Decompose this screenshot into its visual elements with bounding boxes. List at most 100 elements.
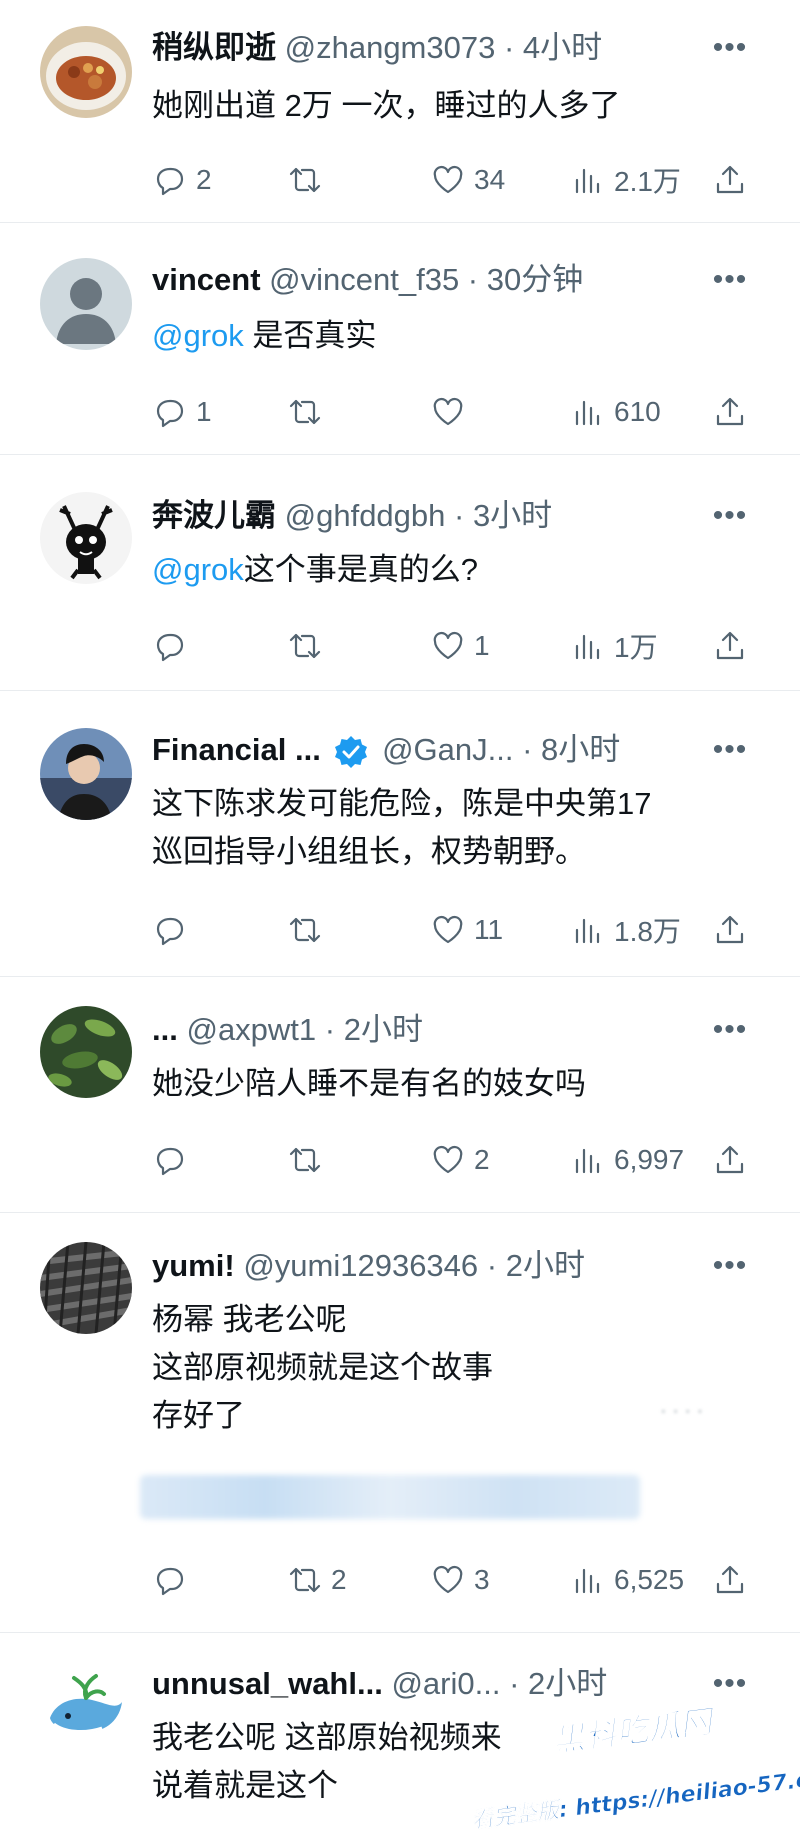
reply-post[interactable]: Financial ... @GanJ... · 8小时 ••• 这下陈求发可能… bbox=[0, 690, 800, 977]
handle-time[interactable]: @zhangm3073 · 4小时 bbox=[285, 30, 603, 65]
reply-icon bbox=[156, 1147, 184, 1176]
reply-count: 2 bbox=[196, 164, 212, 195]
mention-link[interactable]: @grok bbox=[152, 318, 244, 353]
post-text: @grok 是否真实 bbox=[152, 312, 740, 360]
share-button[interactable] bbox=[712, 1558, 748, 1602]
share-button[interactable] bbox=[712, 390, 748, 434]
retweet-icon bbox=[289, 399, 321, 425]
retweet-button[interactable] bbox=[287, 1138, 331, 1182]
action-bar: 2 34 2.1万 bbox=[152, 158, 752, 202]
reply-post[interactable]: 稍纵即逝 @zhangm3073 · 4小时 ••• 她刚出道 2万 一次，睡过… bbox=[0, 0, 800, 223]
like-button[interactable]: 1 bbox=[430, 624, 490, 668]
like-button[interactable]: 3 bbox=[430, 1558, 490, 1602]
views-button[interactable]: 6,525 bbox=[570, 1558, 684, 1602]
display-name[interactable]: ... bbox=[152, 1012, 178, 1047]
reply-button[interactable]: 1 bbox=[152, 390, 212, 434]
mention-link[interactable]: @grok bbox=[152, 552, 244, 587]
display-name[interactable]: Financial ... bbox=[152, 732, 321, 767]
reply-button[interactable] bbox=[152, 624, 196, 668]
reply-button[interactable]: 2 bbox=[152, 158, 212, 202]
retweet-button[interactable] bbox=[287, 624, 331, 668]
views-button[interactable]: 2.1万 bbox=[570, 158, 681, 202]
share-icon bbox=[716, 397, 744, 426]
share-icon bbox=[716, 165, 744, 194]
more-options-icon[interactable]: ••• bbox=[710, 496, 750, 536]
post-header: ... @axpwt1 · 2小时 bbox=[152, 1010, 690, 1050]
post-header: 稍纵即逝 @zhangm3073 · 4小时 bbox=[152, 28, 690, 68]
retweet-button[interactable] bbox=[287, 158, 331, 202]
share-button[interactable] bbox=[712, 624, 748, 668]
more-options-icon[interactable]: ••• bbox=[710, 730, 750, 770]
avatar[interactable] bbox=[40, 1242, 132, 1334]
share-button[interactable] bbox=[712, 1138, 748, 1182]
avatar[interactable] bbox=[40, 1006, 132, 1098]
display-name[interactable]: 奔波儿霸 bbox=[152, 498, 276, 533]
handle-time[interactable]: @vincent_f35 · 30分钟 bbox=[269, 262, 583, 297]
post-header: 奔波儿霸 @ghfddgbh · 3小时 bbox=[152, 496, 690, 536]
reply-button[interactable] bbox=[152, 1138, 196, 1182]
views-button[interactable]: 1万 bbox=[570, 624, 658, 668]
views-icon bbox=[575, 634, 600, 660]
more-options-icon[interactable]: ••• bbox=[710, 260, 750, 300]
like-button[interactable]: 2 bbox=[430, 1138, 490, 1182]
view-count: 6,525 bbox=[614, 1564, 685, 1595]
reply-post[interactable]: ... @axpwt1 · 2小时 ••• 她没少陪人睡不是有名的妓女吗 2 6… bbox=[0, 976, 800, 1213]
handle-time[interactable]: @ghfddgbh · 3小时 bbox=[285, 498, 553, 533]
display-name[interactable]: unnusal_wahl... bbox=[152, 1666, 383, 1701]
avatar[interactable] bbox=[40, 258, 132, 350]
retweet-icon bbox=[289, 917, 321, 943]
like-button[interactable]: 34 bbox=[430, 158, 505, 202]
reply-post[interactable]: vincent @vincent_f35 · 30分钟 ••• @grok 是否… bbox=[0, 222, 800, 455]
retweet-button[interactable] bbox=[287, 390, 331, 434]
like-button[interactable]: 11 bbox=[430, 908, 503, 952]
post-header: yumi! @yumi12936346 · 2小时 bbox=[152, 1246, 690, 1286]
reply-button[interactable] bbox=[152, 908, 196, 952]
retweet-button[interactable] bbox=[287, 908, 331, 952]
views-button[interactable]: 6,997 bbox=[570, 1138, 684, 1182]
more-options-icon[interactable]: ••• bbox=[710, 28, 750, 68]
handle-time[interactable]: @axpwt1 · 2小时 bbox=[186, 1012, 422, 1047]
blurred-link-preview bbox=[140, 1475, 640, 1519]
heart-icon bbox=[433, 915, 463, 944]
share-button[interactable] bbox=[712, 158, 748, 202]
reply-count: 1 bbox=[196, 396, 212, 427]
views-icon bbox=[575, 918, 600, 944]
handle-time[interactable]: @ari0... · 2小时 bbox=[391, 1666, 607, 1701]
handle-time[interactable]: @GanJ... · 8小时 bbox=[382, 732, 620, 767]
action-bar: 2 3 6,525 bbox=[152, 1558, 752, 1602]
display-name[interactable]: 稍纵即逝 bbox=[152, 30, 276, 65]
reply-post[interactable]: 奔波儿霸 @ghfddgbh · 3小时 ••• @grok这个事是真的么? 1… bbox=[0, 454, 800, 691]
share-button[interactable] bbox=[712, 908, 748, 952]
action-bar: 1 1万 bbox=[152, 624, 752, 668]
reply-button[interactable] bbox=[152, 1558, 196, 1602]
post-text-body: 这个事是真的么? bbox=[243, 552, 479, 587]
views-icon bbox=[575, 1568, 600, 1594]
avatar[interactable] bbox=[40, 728, 132, 820]
avatar[interactable] bbox=[40, 492, 132, 584]
more-options-icon[interactable]: ••• bbox=[710, 1664, 750, 1704]
blurred-caption: · · · · bbox=[660, 1400, 704, 1422]
views-button[interactable]: 610 bbox=[570, 390, 661, 434]
display-name[interactable]: yumi! bbox=[152, 1248, 235, 1283]
avatar[interactable] bbox=[40, 26, 132, 118]
more-options-icon[interactable]: ••• bbox=[710, 1246, 750, 1286]
share-icon bbox=[716, 631, 744, 660]
view-count: 610 bbox=[614, 396, 661, 427]
handle-time[interactable]: @yumi12936346 · 2小时 bbox=[243, 1248, 585, 1283]
more-options-icon[interactable]: ••• bbox=[710, 1010, 750, 1050]
heart-icon bbox=[433, 397, 463, 426]
post-text: 杨幂 我老公呢 这部原视频就是这个故事 存好了 bbox=[152, 1296, 740, 1440]
retweet-button[interactable]: 2 bbox=[287, 1558, 347, 1602]
like-count: 1 bbox=[474, 630, 490, 661]
view-count: 6,997 bbox=[614, 1144, 685, 1175]
post-text: @grok这个事是真的么? bbox=[152, 546, 740, 594]
avatar[interactable] bbox=[40, 1662, 132, 1754]
like-button[interactable] bbox=[430, 390, 474, 434]
reply-icon bbox=[156, 399, 184, 428]
share-icon bbox=[716, 1145, 744, 1174]
post-text-body: 是否真实 bbox=[243, 318, 377, 353]
display-name[interactable]: vincent bbox=[152, 262, 261, 297]
views-button[interactable]: 1.8万 bbox=[570, 908, 681, 952]
views-icon bbox=[575, 400, 600, 426]
retweet-icon bbox=[289, 167, 321, 193]
